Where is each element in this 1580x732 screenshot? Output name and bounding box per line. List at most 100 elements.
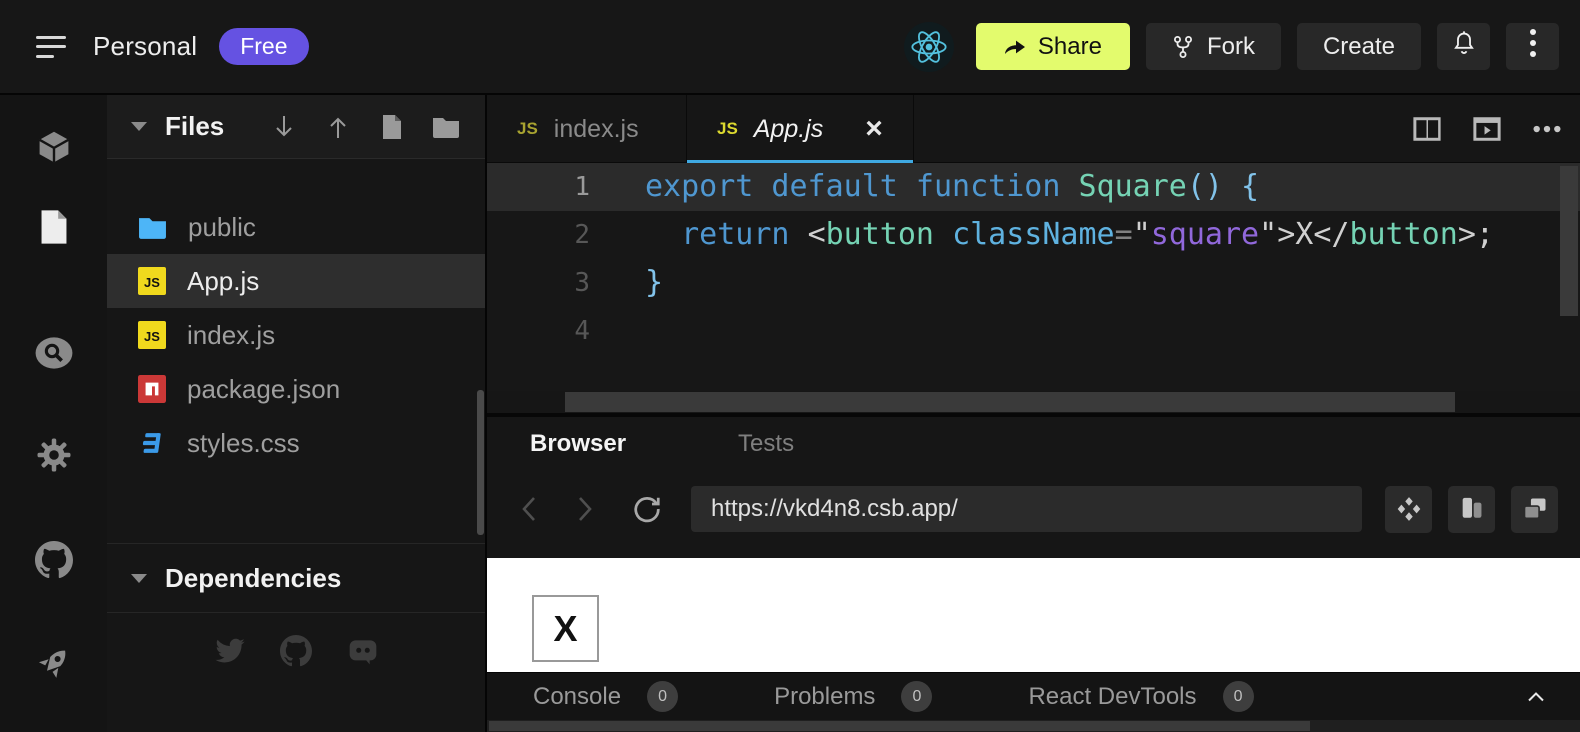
ellipsis-icon[interactable] <box>1532 114 1562 144</box>
notifications-button[interactable] <box>1437 23 1490 70</box>
preview-tools <box>1385 486 1558 533</box>
editor-vertical-scrollbar[interactable] <box>1560 166 1578 316</box>
count-badge: 0 <box>647 681 678 712</box>
console-tab-label: Problems <box>774 683 875 711</box>
chevron-up-icon[interactable] <box>1524 685 1548 709</box>
download-icon[interactable] <box>269 112 299 142</box>
close-tab-icon[interactable]: × <box>865 114 883 144</box>
share-label: Share <box>1038 33 1102 61</box>
forward-icon[interactable] <box>565 489 605 529</box>
npm-package-icon <box>138 375 166 403</box>
github-icon[interactable] <box>0 532 107 588</box>
search-icon[interactable] <box>0 325 107 381</box>
workspace-name[interactable]: Personal <box>93 31 197 62</box>
square-x-button[interactable]: X <box>532 595 599 662</box>
create-label: Create <box>1323 33 1395 61</box>
svg-text:JS: JS <box>144 329 160 344</box>
files-section-title: Files <box>165 111 224 142</box>
code-line[interactable]: 1export default function Square() { <box>487 163 1580 211</box>
url-input[interactable] <box>691 486 1362 532</box>
javascript-icon: JS <box>138 267 166 295</box>
file-row[interactable]: package.json <box>107 362 485 416</box>
settings-gear-icon[interactable] <box>0 427 107 483</box>
code-line[interactable]: 4 <box>487 307 1580 355</box>
code-line[interactable]: 3} <box>487 259 1580 307</box>
file-row[interactable]: JSindex.js <box>107 308 485 362</box>
more-options-button[interactable] <box>1506 23 1559 70</box>
code-line[interactable]: 2 return <button className="square">X</b… <box>487 211 1580 259</box>
dependencies-section-header[interactable]: Dependencies <box>107 543 485 613</box>
console-tab-label: React DevTools <box>1028 683 1196 711</box>
open-in-editor-icon[interactable] <box>1385 486 1432 533</box>
file-name: styles.css <box>187 428 300 459</box>
fork-icon <box>1172 35 1194 59</box>
editor-tab-index-js[interactable]: JSindex.js <box>487 95 687 163</box>
console-bar: Console0Problems0React DevTools0 <box>487 672 1580 720</box>
twitter-icon[interactable] <box>214 635 246 667</box>
file-name: public <box>188 212 256 243</box>
share-button[interactable]: Share <box>976 23 1130 70</box>
sandbox-box-icon[interactable] <box>0 119 107 175</box>
github-icon[interactable] <box>280 635 312 667</box>
console-horizontal-scrollbar[interactable] <box>487 720 1580 732</box>
responsive-mode-icon[interactable] <box>1448 486 1495 533</box>
javascript-badge: JS <box>717 119 738 139</box>
chevron-down-icon <box>131 574 147 583</box>
fork-button[interactable]: Fork <box>1146 23 1281 70</box>
preview-tabbar: Browser Tests <box>487 417 1580 471</box>
bell-icon <box>1451 29 1477 64</box>
open-new-window-icon[interactable] <box>1511 486 1558 533</box>
top-header: Personal Free Share <box>0 0 1580 93</box>
explorer-scrollbar[interactable] <box>477 390 484 535</box>
chevron-down-icon <box>131 122 147 131</box>
preview-tab-browser[interactable]: Browser <box>530 430 626 458</box>
javascript-badge: JS <box>517 119 538 139</box>
code-text: } <box>645 259 663 307</box>
line-number: 3 <box>487 259 590 307</box>
browser-navigation <box>487 471 1580 547</box>
create-button[interactable]: Create <box>1297 23 1421 70</box>
javascript-icon: JS <box>138 321 166 349</box>
editor-actions <box>1412 95 1562 163</box>
scrollbar-thumb[interactable] <box>565 392 1455 412</box>
file-list: public JSApp.jsJSindex.js package.json styl… <box>107 200 485 470</box>
code-text: export default function Square() { <box>645 163 1259 211</box>
preview-tab-tests[interactable]: Tests <box>738 430 794 458</box>
preview-toggle-icon[interactable] <box>1472 114 1502 144</box>
files-panel-icon[interactable] <box>0 199 107 255</box>
console-tab-console[interactable]: Console0 <box>533 681 678 712</box>
new-folder-icon[interactable] <box>431 112 461 142</box>
new-file-icon[interactable] <box>377 112 407 142</box>
scrollbar-thumb[interactable] <box>489 721 1310 731</box>
back-icon[interactable] <box>509 489 549 529</box>
editor-tabbar: JSindex.jsJSApp.js× <box>487 95 1580 163</box>
refresh-icon[interactable] <box>627 489 667 529</box>
editor-tab-app-js[interactable]: JS App.js × <box>687 95 914 163</box>
plan-badge[interactable]: Free <box>219 28 308 65</box>
file-row[interactable]: styles.css <box>107 416 485 470</box>
deploy-rocket-icon[interactable] <box>0 635 107 691</box>
react-logo-icon[interactable] <box>904 22 954 72</box>
kebab-menu-icon <box>1529 27 1537 66</box>
file-row[interactable]: JSApp.js <box>107 254 485 308</box>
editor-column: JSindex.jsJSApp.js× 1export default func… <box>487 95 1580 732</box>
discord-icon[interactable] <box>346 635 378 667</box>
hamburger-menu-icon[interactable] <box>36 36 66 58</box>
file-row[interactable]: public <box>107 200 485 254</box>
console-tab-react-devtools[interactable]: React DevTools0 <box>1028 681 1253 712</box>
preview-page: X <box>487 558 1580 672</box>
console-tab-problems[interactable]: Problems0 <box>774 681 932 712</box>
svg-text:JS: JS <box>144 275 160 290</box>
files-section-header[interactable]: Files <box>107 95 485 159</box>
split-view-icon[interactable] <box>1412 114 1442 144</box>
files-toolbar <box>269 95 461 159</box>
editor-horizontal-scrollbar[interactable] <box>487 391 1580 413</box>
upload-icon[interactable] <box>323 112 353 142</box>
code-editor[interactable]: 1export default function Square() {2 ret… <box>487 163 1580 391</box>
social-links <box>107 635 485 667</box>
dependencies-section-title: Dependencies <box>165 563 341 594</box>
file-explorer: Files public JSApp.jsJSindex.js package.js… <box>107 95 485 732</box>
file-name: package.json <box>187 374 340 405</box>
tab-label: App.js <box>754 115 823 144</box>
header-actions: Share Fork Create <box>904 23 1559 70</box>
